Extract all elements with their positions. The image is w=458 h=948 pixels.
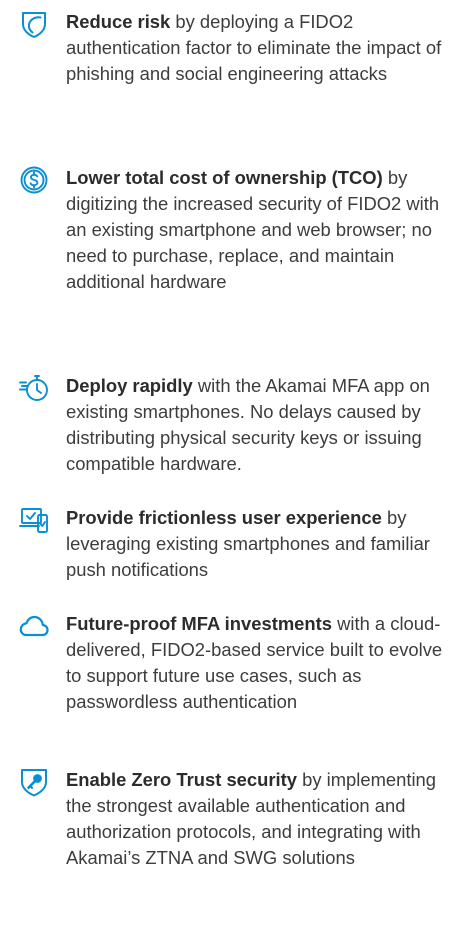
benefit-text: Provide frictionless user experience by … [66, 505, 452, 583]
benefit-text: Reduce risk by deploying a FIDO2 authent… [66, 9, 452, 87]
benefit-text: Enable Zero Trust security by implementi… [66, 767, 452, 871]
benefit-lead: Lower total cost of ownership (TCO) [66, 167, 383, 188]
devices-check-icon [19, 505, 49, 535]
benefit-lead: Deploy rapidly [66, 375, 193, 396]
shield-icon [19, 9, 49, 39]
benefit-lead: Reduce risk [66, 11, 171, 32]
benefit-lead: Provide frictionless user experience [66, 507, 382, 528]
cloud-icon [19, 611, 49, 641]
benefit-text: Deploy rapidly with the Akamai MFA app o… [66, 373, 452, 477]
stopwatch-icon [19, 373, 49, 403]
benefit-text: Future-proof MFA investments with a clou… [66, 611, 452, 715]
benefit-lead: Future-proof MFA investments [66, 613, 332, 634]
dollar-coin-icon [19, 165, 49, 195]
benefit-lead: Enable Zero Trust security [66, 769, 297, 790]
benefit-text: Lower total cost of ownership (TCO) by d… [66, 165, 452, 295]
shield-key-icon [19, 767, 49, 797]
